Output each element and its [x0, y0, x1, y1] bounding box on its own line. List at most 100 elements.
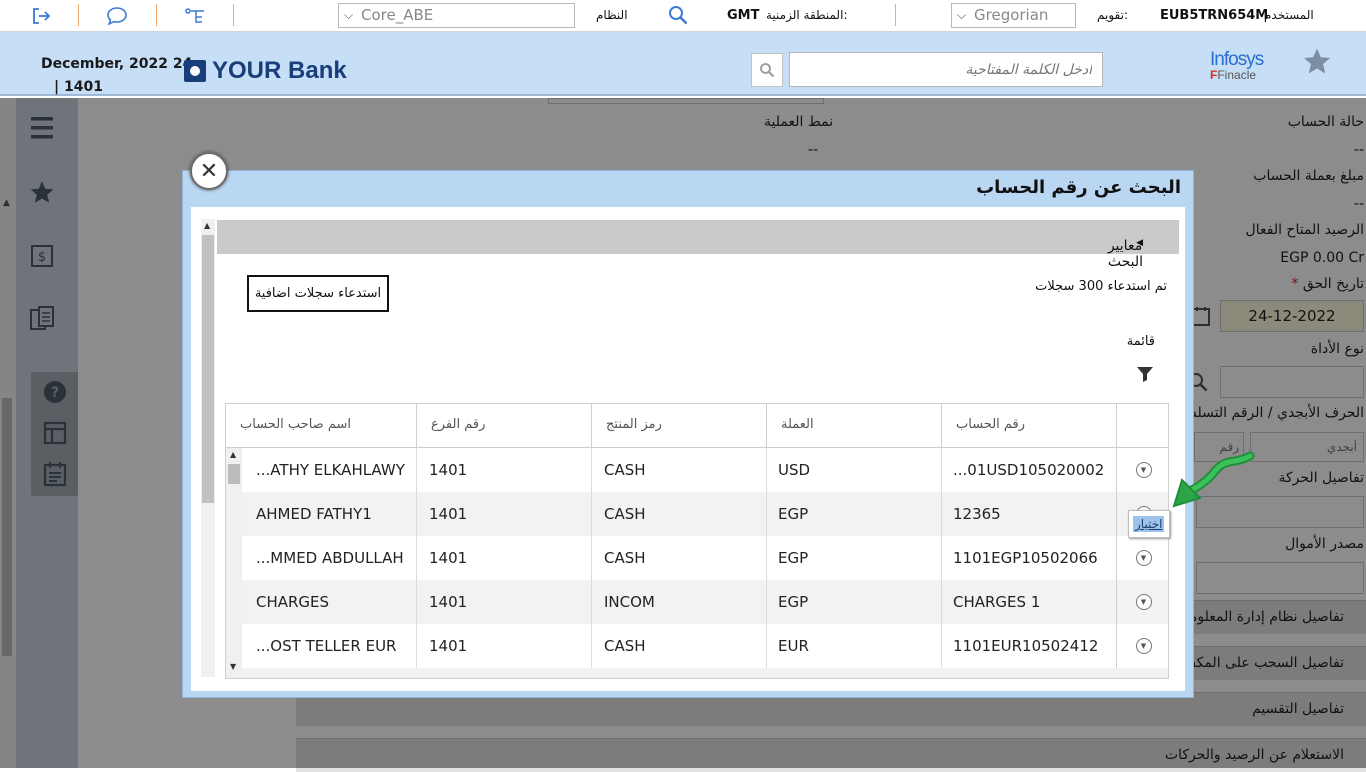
row-select-chevron-icon[interactable]: ▼ [1135, 638, 1152, 654]
column-divider [591, 448, 592, 678]
separator [233, 4, 234, 26]
cell-branch-no: 1401 [429, 461, 468, 479]
separator [156, 4, 157, 26]
table-row[interactable]: ...ATHY ELKAHLAWY 1401 CASH USD ...01USD1050… [226, 448, 1168, 492]
table-row[interactable]: AHMED FATHY11401CASHEGP12365▼ [226, 492, 1168, 536]
scrollbar-thumb[interactable] [202, 235, 214, 503]
cell-product-code: CASH [604, 637, 646, 655]
column-header-currency[interactable]: العملة [766, 404, 941, 448]
cell-product-code: CASH [604, 505, 646, 523]
retrieve-more-records-button[interactable]: استدعاء سجلات اضافية [247, 275, 389, 312]
account-search-dialog: البحث عن رقم الحساب ▲ ◀ معايير البحث استد… [182, 170, 1194, 698]
cell-currency: EUR [778, 637, 809, 655]
list-label: قائمة [1126, 334, 1155, 349]
cell-holder-name: CHARGES [256, 593, 330, 611]
results-table: اسم صاحب الحساب رقم الفرع رمز المنتج الع… [225, 403, 1169, 679]
column-divider [766, 448, 767, 678]
column-divider [416, 448, 417, 678]
cell-currency: EGP [778, 549, 809, 567]
cell-holder-name: ...MMED ABDULLAH [256, 549, 404, 567]
branch-code: | 1401 [54, 79, 103, 95]
cell-currency: USD [778, 461, 811, 479]
user-label: المستخدم [1264, 8, 1314, 22]
scrollbar-thumb[interactable] [228, 464, 240, 484]
chevron-down-icon: ⌵ [957, 8, 967, 22]
calendar-select[interactable]: ⌵ Gregorian [951, 3, 1076, 28]
close-icon: ✕ [199, 158, 219, 184]
chat-icon[interactable] [105, 5, 129, 27]
workflow-icon[interactable] [183, 5, 207, 27]
cell-product-code: INCOM [604, 593, 655, 611]
select-tooltip: اختيار [1128, 510, 1170, 538]
top-utility-bar: ⌵ Core_ABE النظام GMT المنطقة الزمنية: ⌵… [0, 0, 1366, 32]
column-header-product-code[interactable]: رمز المنتج [591, 404, 766, 448]
filter-icon[interactable] [1135, 364, 1157, 386]
cell-branch-no: 1401 [429, 549, 468, 567]
annotation-arrow-icon [1172, 451, 1255, 508]
cell-holder-name: AHMED FATHY1 [256, 505, 372, 523]
system-label: النظام [596, 8, 628, 22]
close-dialog-button[interactable]: ✕ [190, 152, 228, 190]
row-select-chevron-icon[interactable]: ▼ [1135, 594, 1152, 610]
table-row[interactable]: CHARGES 1401 INCOM EGP CHARGES 1 ▼ [226, 580, 1168, 624]
row-select-cell: ▼ [1116, 580, 1168, 624]
timezone-label: المنطقة الزمنية: [766, 8, 848, 22]
separator [895, 4, 896, 26]
cell-account-no: ...01USD105020002 [953, 461, 1105, 479]
search-button[interactable] [751, 53, 783, 87]
cell-account-no: 1101EUR10502412 [953, 637, 1099, 655]
column-divider [941, 448, 942, 678]
table-row[interactable]: ...MMED ABDULLAH 1401 CASH EGP 1101EGP105020… [226, 536, 1168, 580]
cell-product-code: CASH [604, 461, 646, 479]
system-select[interactable]: ⌵ Core_ABE [338, 3, 575, 28]
dialog-title: البحث عن رقم الحساب [976, 177, 1181, 198]
row-select-chevron-icon[interactable]: ▼ [1135, 550, 1152, 566]
calendar-label: تقويم: [1097, 8, 1128, 22]
cell-currency: EGP [778, 505, 809, 523]
timezone-value: GMT [727, 8, 760, 23]
row-select-chevron-icon[interactable]: ▼ [1135, 462, 1152, 478]
search-criteria-toggle[interactable]: ◀ معايير البحث [217, 220, 1179, 270]
finacle-logo: Infosys FFinacle [1210, 49, 1272, 82]
bank-logo-mark [184, 60, 206, 82]
cell-account-no: 1101EGP10502066 [953, 549, 1098, 567]
column-header-branch-no[interactable]: رقم الفرع [416, 404, 591, 448]
column-header-account-no[interactable]: رقم الحساب [941, 404, 1116, 448]
keyword-search-input[interactable] [789, 52, 1103, 87]
cell-branch-no: 1401 [429, 637, 468, 655]
row-select-cell: ▼ [1116, 448, 1168, 492]
column-header-holder-name[interactable]: اسم صاحب الحساب [226, 404, 416, 448]
cell-branch-no: 1401 [429, 505, 468, 523]
calendar-select-value: Gregorian [974, 6, 1049, 24]
table-row[interactable] [226, 668, 1168, 678]
row-select-cell: ▼ [1116, 536, 1168, 580]
table-header: اسم صاحب الحساب رقم الفرع رمز المنتج الع… [226, 404, 1168, 448]
logout-icon[interactable] [29, 5, 53, 27]
scroll-up-arrow-icon[interactable]: ▲ [230, 450, 236, 459]
column-header-select [1116, 404, 1168, 448]
scroll-up-arrow-icon[interactable]: ▲ [204, 221, 210, 230]
dialog-body: ▲ ◀ معايير البحث استدعاء سجلات اضافية تم … [191, 207, 1185, 691]
cell-currency: EGP [778, 593, 809, 611]
cell-account-no: CHARGES 1 [953, 593, 1041, 611]
criteria-label: معايير البحث [1107, 238, 1143, 270]
business-date: December, 2022 24 [41, 56, 193, 72]
scroll-down-arrow-icon[interactable]: ▼ [230, 662, 236, 671]
chevron-down-icon: ⌵ [344, 8, 354, 22]
separator [78, 4, 79, 26]
search-icon [760, 63, 775, 78]
bank-name: YOUR Bank [212, 57, 347, 84]
system-select-value: Core_ABE [361, 6, 434, 24]
app-header: December, 2022 24 | 1401 YOUR Bank Infos… [0, 32, 1366, 96]
favorite-star-icon[interactable] [1302, 46, 1332, 76]
bank-logo: YOUR Bank [184, 57, 347, 85]
table-scrollbar[interactable]: ▲ ▼ [226, 448, 242, 678]
row-select-cell: ▼ [1116, 624, 1168, 668]
cell-branch-no: 1401 [429, 593, 468, 611]
user-id: EUB5TRN654M [1160, 8, 1269, 23]
cell-product-code: CASH [604, 549, 646, 567]
table-row[interactable]: ...OST TELLER EUR 1401 CASH EUR 1101EUR10502… [226, 624, 1168, 668]
dialog-scrollbar[interactable]: ▲ [201, 219, 215, 677]
search-icon[interactable] [666, 4, 690, 26]
cell-holder-name: ...OST TELLER EUR [256, 637, 397, 655]
